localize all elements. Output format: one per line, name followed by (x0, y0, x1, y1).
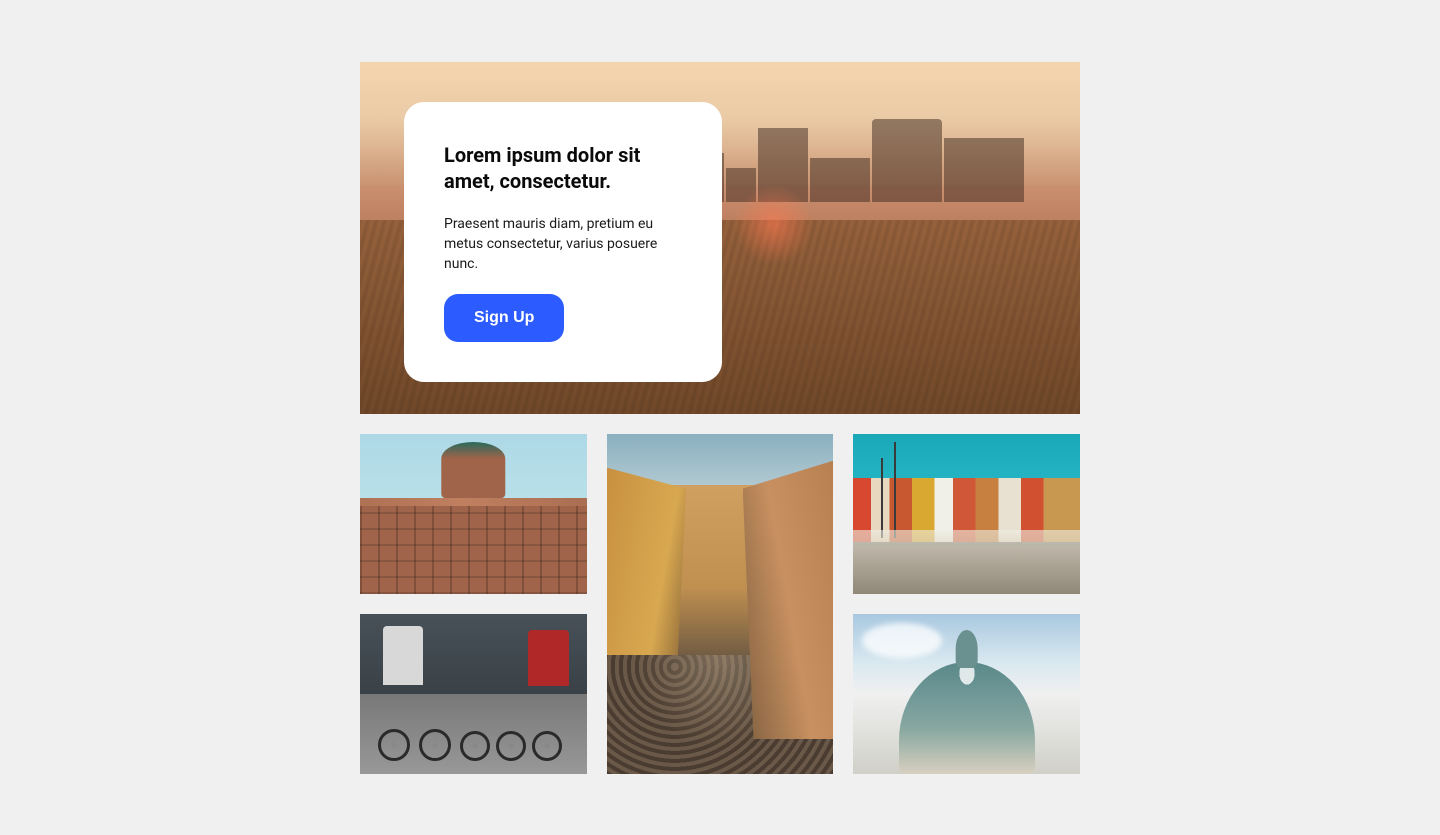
hero-card: Lorem ipsum dolor sit amet, consectetur.… (404, 102, 722, 383)
sign-up-button[interactable]: Sign Up (444, 294, 564, 342)
hero-title: Lorem ipsum dolor sit amet, consectetur. (444, 142, 682, 194)
gallery-image (607, 434, 834, 774)
gallery-image (853, 434, 1080, 594)
gallery-image (360, 434, 587, 594)
gallery-image (360, 614, 587, 774)
image-gallery (360, 434, 1080, 774)
page-container: Lorem ipsum dolor sit amet, consectetur.… (360, 62, 1080, 774)
hero-subtitle: Praesent mauris diam, pretium eu metus c… (444, 214, 682, 275)
hero-skyline-decoration (684, 104, 1080, 203)
lens-flare-decoration (734, 185, 814, 265)
hero-section: Lorem ipsum dolor sit amet, consectetur.… (360, 62, 1080, 414)
gallery-image (853, 614, 1080, 774)
